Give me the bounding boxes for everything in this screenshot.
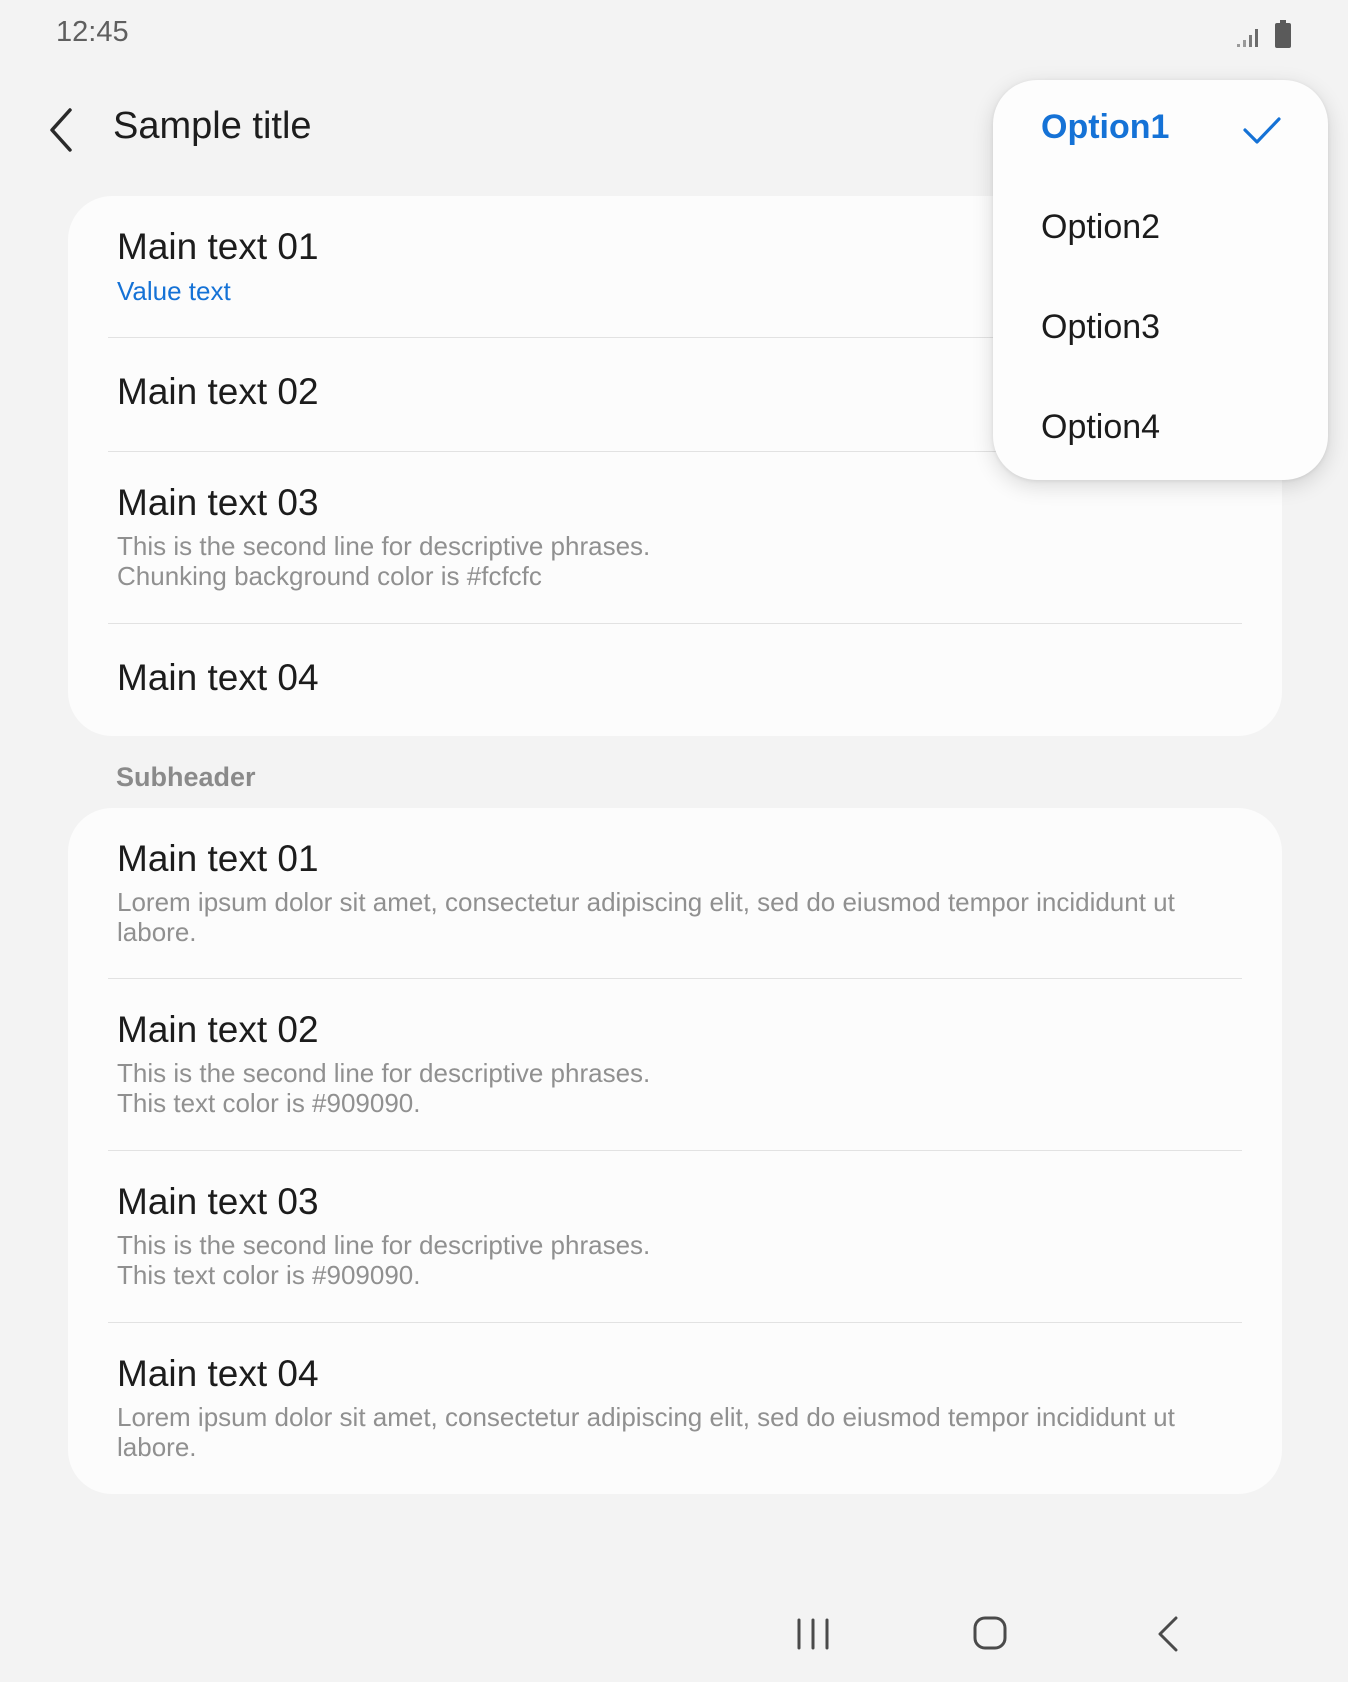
menu-item-label: Option4 (1041, 408, 1161, 446)
list-item-description-line-1: This is the second line for descriptive … (117, 531, 651, 561)
list-item-title: Main text 02 (117, 1009, 319, 1050)
list-item-title: Main text 04 (117, 657, 319, 698)
battery-icon (1275, 20, 1291, 48)
list-item-description-line-2: Chunking background color is #fcfcfc (117, 561, 542, 591)
back-button[interactable] (40, 102, 86, 158)
status-time: 12:45 (56, 16, 129, 48)
list-item-main-text-03[interactable]: Main text 03 This is the second line for… (68, 1151, 1282, 1323)
nav-back-button[interactable] (1138, 1606, 1198, 1662)
list-item-value: Value text (117, 276, 231, 306)
list-item-description: Lorem ipsum dolor sit amet, consectetur … (117, 887, 1175, 947)
back-icon (1158, 1616, 1178, 1652)
list-item-title: Main text 02 (117, 371, 319, 412)
list-item-title: Main text 04 (117, 1353, 319, 1394)
subheader: Subheader (116, 762, 256, 792)
menu-item-label: Option1 (1041, 108, 1170, 146)
recents-button[interactable] (783, 1606, 843, 1662)
check-icon (1243, 117, 1281, 144)
list-item-title: Main text 03 (117, 482, 319, 523)
list-item-title: Main text 01 (117, 226, 319, 267)
dropdown-menu: Option1 Option2 Option3 Option4 (993, 80, 1328, 480)
list-item-main-text-04[interactable]: Main text 04 Lorem ipsum dolor sit amet,… (68, 1323, 1282, 1494)
settings-card-2: Main text 01 Lorem ipsum dolor sit amet,… (68, 808, 1282, 1494)
signal-icon (1237, 29, 1258, 47)
home-icon (973, 1616, 1007, 1650)
recents-icon (797, 1618, 829, 1650)
menu-item-option2[interactable]: Option2 (993, 180, 1328, 280)
menu-item-label: Option2 (1041, 208, 1161, 246)
list-item-description-line-1: This is the second line for descriptive … (117, 1058, 651, 1088)
list-item-description: Lorem ipsum dolor sit amet, consectetur … (117, 1402, 1175, 1462)
page-title: Sample title (113, 105, 312, 147)
status-bar: 12:45 (0, 0, 1348, 70)
menu-item-label: Option3 (1041, 308, 1161, 346)
list-item-description-line-1: This is the second line for descriptive … (117, 1230, 651, 1260)
list-item-title: Main text 01 (117, 838, 319, 879)
list-item-main-text-04[interactable]: Main text 04 (68, 624, 1282, 736)
chevron-left-icon (50, 108, 72, 152)
list-item-title: Main text 03 (117, 1181, 319, 1222)
list-item-description-line-2: This text color is #909090. (117, 1088, 421, 1118)
menu-item-option1[interactable]: Option1 (993, 80, 1328, 180)
list-item-description-line-2: This text color is #909090. (117, 1260, 421, 1290)
list-item-main-text-01[interactable]: Main text 01 Lorem ipsum dolor sit amet,… (68, 808, 1282, 978)
navigation-bar (0, 1590, 1348, 1682)
list-item-main-text-02[interactable]: Main text 02 This is the second line for… (68, 979, 1282, 1151)
menu-item-option4[interactable]: Option4 (993, 380, 1328, 480)
home-button[interactable] (960, 1606, 1020, 1662)
menu-item-option3[interactable]: Option3 (993, 280, 1328, 380)
